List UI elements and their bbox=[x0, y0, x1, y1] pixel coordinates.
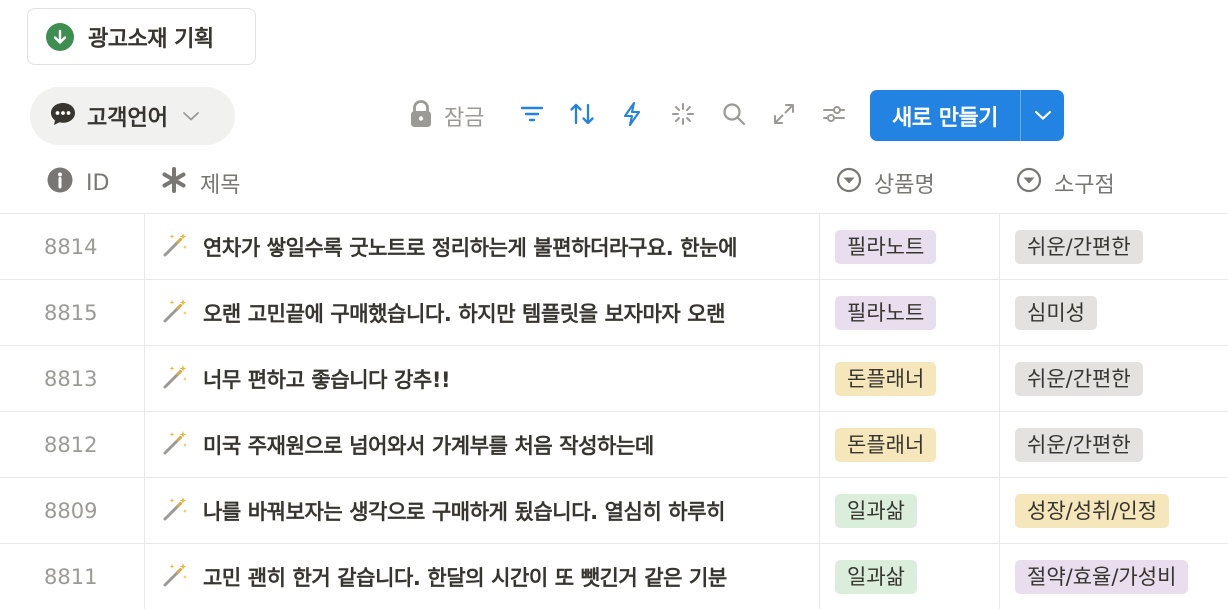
sort-icon bbox=[569, 102, 595, 130]
cell-id: 8811 bbox=[30, 544, 145, 609]
automation-button[interactable] bbox=[614, 86, 650, 146]
cell-product[interactable]: 돈플래너 bbox=[820, 346, 1000, 412]
new-button-group: 새로 만들기 bbox=[870, 90, 1064, 141]
column-header-label: 상품명 bbox=[874, 173, 935, 198]
table-header: ID 제목 상품명 소구점 bbox=[0, 152, 1228, 214]
lightning-icon bbox=[622, 101, 642, 131]
asterisk-icon bbox=[160, 166, 188, 200]
ai-autofill-button[interactable] bbox=[664, 86, 702, 146]
row-title: 너무 편하고 좋습니다 강추!! bbox=[203, 368, 451, 392]
cell-product[interactable]: 돈플래너 bbox=[820, 412, 1000, 478]
filter-icon bbox=[520, 104, 544, 128]
filter-button[interactable] bbox=[514, 86, 550, 146]
lock-label: 잠금 bbox=[444, 106, 485, 131]
cell-title[interactable]: 미국 주재원으로 넘어와서 가계부를 처음 작성하는데 bbox=[145, 412, 820, 478]
cell-appeal[interactable]: 성장/성취/인정 bbox=[1000, 478, 1228, 544]
view-tab-customer-language[interactable]: 고객언어 bbox=[30, 87, 235, 145]
table-row[interactable]: 8809 나를 바꿔보자는 생각으로 구매하게 됬습니다. 열심히 하루히 일과… bbox=[0, 478, 1228, 544]
row-title: 연차가 쌓일수록 굿노트로 정리하는게 불편하더라구요. 한눈에 bbox=[203, 236, 738, 260]
sparkle-icon bbox=[670, 101, 696, 131]
cell-id: 8814 bbox=[30, 214, 145, 280]
cell-id: 8812 bbox=[30, 412, 145, 478]
table-row[interactable]: 8813 너무 편하고 좋습니다 강추!! 돈플래너 쉬운/간편한 bbox=[0, 346, 1228, 412]
column-header-label: 소구점 bbox=[1054, 173, 1115, 198]
appeal-tag: 쉬운/간편한 bbox=[1015, 428, 1143, 462]
cell-id: 8809 bbox=[30, 478, 145, 544]
lock-button[interactable]: 잠금 bbox=[408, 86, 503, 146]
magic-wand-icon bbox=[161, 363, 189, 395]
column-header-label: 제목 bbox=[200, 173, 241, 198]
table-row[interactable]: 8812 미국 주재원으로 넘어와서 가계부를 처음 작성하는데 돈플래너 쉬운… bbox=[0, 412, 1228, 478]
magic-wand-icon bbox=[161, 561, 189, 593]
settings-button[interactable] bbox=[815, 86, 853, 146]
lock-icon bbox=[408, 99, 434, 133]
sort-button[interactable] bbox=[564, 86, 600, 146]
column-header-label: ID bbox=[86, 170, 110, 196]
sliders-icon bbox=[821, 102, 847, 130]
cell-id: 8815 bbox=[30, 280, 145, 346]
cell-appeal[interactable]: 쉬운/간편한 bbox=[1000, 412, 1228, 478]
cell-product[interactable]: 일과삶 bbox=[820, 478, 1000, 544]
magic-wand-icon bbox=[161, 495, 189, 527]
cell-title[interactable]: 나를 바꿔보자는 생각으로 구매하게 됬습니다. 열심히 하루히 bbox=[145, 478, 820, 544]
product-tag: 필라노트 bbox=[835, 230, 937, 264]
search-icon bbox=[721, 101, 747, 131]
table-row[interactable]: 8811 고민 괜히 한거 같습니다. 한달의 시간이 또 뺏긴거 같은 기분 … bbox=[0, 544, 1228, 609]
table-body: 8814 연차가 쌓일수록 굿노트로 정리하는게 불편하더라구요. 한눈에 필라… bbox=[0, 214, 1228, 609]
speech-bubble-icon bbox=[49, 101, 77, 131]
appeal-tag: 성장/성취/인정 bbox=[1015, 494, 1170, 528]
cell-appeal[interactable]: 쉬운/간편한 bbox=[1000, 346, 1228, 412]
appeal-tag: 쉬운/간편한 bbox=[1015, 230, 1143, 264]
cell-appeal[interactable]: 쉬운/간편한 bbox=[1000, 214, 1228, 280]
table-row[interactable]: 8814 연차가 쌓일수록 굿노트로 정리하는게 불편하더라구요. 한눈에 필라… bbox=[0, 214, 1228, 280]
column-header-title[interactable]: 제목 bbox=[160, 152, 240, 214]
select-property-icon bbox=[836, 167, 862, 199]
info-icon bbox=[46, 166, 74, 200]
cell-title[interactable]: 연차가 쌓일수록 굿노트로 정리하는게 불편하더라구요. 한눈에 bbox=[145, 214, 820, 280]
expand-button[interactable] bbox=[765, 86, 803, 146]
chevron-down-icon bbox=[1034, 106, 1052, 125]
appeal-tag: 심미성 bbox=[1015, 296, 1097, 330]
row-title: 고민 괜히 한거 같습니다. 한달의 시간이 또 뺏긴거 같은 기분 bbox=[203, 566, 727, 590]
cell-product[interactable]: 필라노트 bbox=[820, 280, 1000, 346]
chevron-down-icon bbox=[182, 107, 200, 126]
row-title: 나를 바꿔보자는 생각으로 구매하게 됬습니다. 열심히 하루히 bbox=[203, 500, 726, 524]
column-header-id[interactable]: ID bbox=[46, 152, 109, 214]
cell-title[interactable]: 고민 괜히 한거 같습니다. 한달의 시간이 또 뺏긴거 같은 기분 bbox=[145, 544, 820, 609]
cell-appeal[interactable]: 심미성 bbox=[1000, 280, 1228, 346]
product-tag: 돈플래너 bbox=[835, 362, 937, 396]
cell-title[interactable]: 너무 편하고 좋습니다 강추!! bbox=[145, 346, 820, 412]
magic-wand-icon bbox=[161, 297, 189, 329]
appeal-tag: 절약/효율/가성비 bbox=[1015, 560, 1189, 594]
product-tag: 일과삶 bbox=[835, 560, 917, 594]
appeal-tag: 쉬운/간편한 bbox=[1015, 362, 1143, 396]
row-title: 미국 주재원으로 넘어와서 가계부를 처음 작성하는데 bbox=[203, 434, 654, 458]
column-header-product[interactable]: 상품명 bbox=[836, 152, 935, 214]
linked-page-button[interactable]: 광고소재 기획 bbox=[27, 8, 256, 65]
new-button[interactable]: 새로 만들기 bbox=[870, 90, 1021, 141]
cell-product[interactable]: 필라노트 bbox=[820, 214, 1000, 280]
product-tag: 돈플래너 bbox=[835, 428, 937, 462]
magic-wand-icon bbox=[161, 231, 189, 263]
magic-wand-icon bbox=[161, 429, 189, 461]
table-row[interactable]: 8815 오랜 고민끝에 구매했습니다. 하지만 템플릿을 보자마자 오랜 필라… bbox=[0, 280, 1228, 346]
view-tab-label: 고객언어 bbox=[87, 106, 168, 131]
row-title: 오랜 고민끝에 구매했습니다. 하지만 템플릿을 보자마자 오랜 bbox=[203, 302, 726, 326]
cell-id: 8813 bbox=[30, 346, 145, 412]
cell-appeal[interactable]: 절약/효율/가성비 bbox=[1000, 544, 1228, 609]
linked-page-label: 광고소재 기획 bbox=[88, 26, 214, 52]
new-button-dropdown[interactable] bbox=[1021, 90, 1064, 141]
database-toolbar: 고객언어 잠금 새로 만들기 bbox=[0, 86, 1228, 146]
download-circle-icon bbox=[46, 22, 74, 51]
cell-title[interactable]: 오랜 고민끝에 구매했습니다. 하지만 템플릿을 보자마자 오랜 bbox=[145, 280, 820, 346]
select-property-icon bbox=[1016, 167, 1042, 199]
search-button[interactable] bbox=[715, 86, 753, 146]
product-tag: 일과삶 bbox=[835, 494, 917, 528]
cell-product[interactable]: 일과삶 bbox=[820, 544, 1000, 609]
expand-icon bbox=[772, 102, 796, 130]
column-header-appeal[interactable]: 소구점 bbox=[1016, 152, 1115, 214]
product-tag: 필라노트 bbox=[835, 296, 937, 330]
